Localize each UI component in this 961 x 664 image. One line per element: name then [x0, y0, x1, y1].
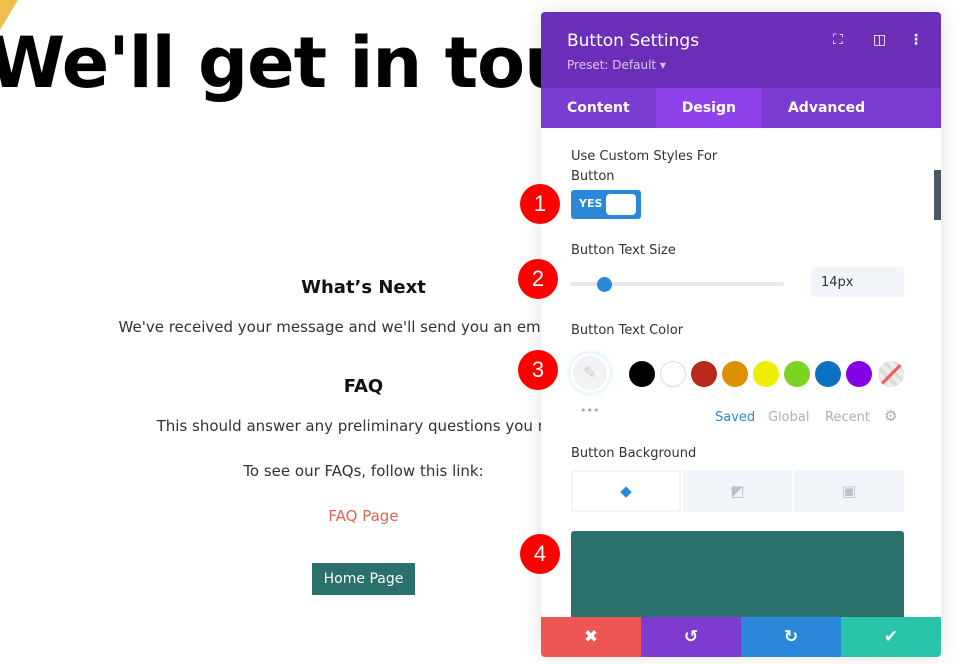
scrollbar[interactable]: [934, 170, 941, 220]
panel-footer: ✖ ↺ ↻ ✔: [541, 617, 941, 657]
fullscreen-icon[interactable]: ⛶: [833, 32, 843, 48]
preset-dropdown[interactable]: Preset: Default ▾: [567, 58, 666, 72]
color-swatch[interactable]: [753, 361, 779, 387]
custom-styles-toggle[interactable]: YES: [571, 190, 641, 219]
button-settings-panel: Button Settings Preset: Default ▾ ⛶ ◫ ⋮ …: [541, 12, 941, 657]
transparent-swatch[interactable]: [878, 361, 904, 387]
step-badge-4: 4: [520, 534, 560, 574]
text-size-slider-handle[interactable]: [597, 277, 612, 292]
background-label: Button Background: [571, 446, 697, 461]
palette-tab-recent[interactable]: Recent: [825, 410, 870, 425]
more-options-icon[interactable]: ⋮: [909, 32, 923, 48]
palette-tab-saved[interactable]: Saved: [715, 410, 755, 425]
custom-styles-label: Use Custom Styles For Button: [571, 149, 718, 184]
palette-tab-global[interactable]: Global: [768, 410, 809, 425]
redo-button[interactable]: ↻: [741, 617, 841, 657]
tab-content[interactable]: Content: [541, 88, 656, 128]
cancel-button[interactable]: ✖: [541, 617, 641, 657]
step-badge-3: 3: [518, 350, 558, 390]
image-icon[interactable]: ▣: [794, 470, 904, 512]
sidebar-layout-icon[interactable]: ◫: [873, 32, 886, 48]
tab-advanced[interactable]: Advanced: [762, 88, 891, 128]
color-swatch[interactable]: [660, 361, 686, 387]
undo-button[interactable]: ↺: [641, 617, 741, 657]
color-swatch[interactable]: [691, 361, 717, 387]
panel-tabs: Content Design Advanced: [541, 88, 941, 128]
home-page-button[interactable]: Home Page: [312, 563, 415, 595]
eyedropper-icon[interactable]: ✎: [570, 353, 610, 393]
color-swatch[interactable]: [629, 361, 655, 387]
paint-bucket-icon[interactable]: ◆: [571, 470, 681, 512]
text-color-label: Button Text Color: [571, 323, 684, 338]
toggle-label: YES: [579, 197, 603, 210]
step-badge-1: 1: [520, 184, 560, 224]
color-swatch[interactable]: [846, 361, 872, 387]
gradient-icon[interactable]: ◩: [683, 470, 792, 512]
color-swatch[interactable]: [784, 361, 810, 387]
save-button[interactable]: ✔: [841, 617, 941, 657]
gear-icon[interactable]: ⚙: [884, 407, 897, 425]
panel-header: Button Settings Preset: Default ▾ ⛶ ◫ ⋮: [541, 12, 941, 88]
more-colors-icon[interactable]: •••: [580, 404, 599, 417]
tab-design[interactable]: Design: [655, 88, 762, 128]
panel-title: Button Settings: [567, 31, 700, 51]
text-size-input[interactable]: 14px: [811, 267, 904, 297]
color-swatch[interactable]: [815, 361, 841, 387]
text-size-label: Button Text Size: [571, 243, 676, 258]
background-color-preview[interactable]: [571, 531, 904, 631]
step-badge-2: 2: [518, 259, 558, 299]
color-swatch[interactable]: [722, 361, 748, 387]
